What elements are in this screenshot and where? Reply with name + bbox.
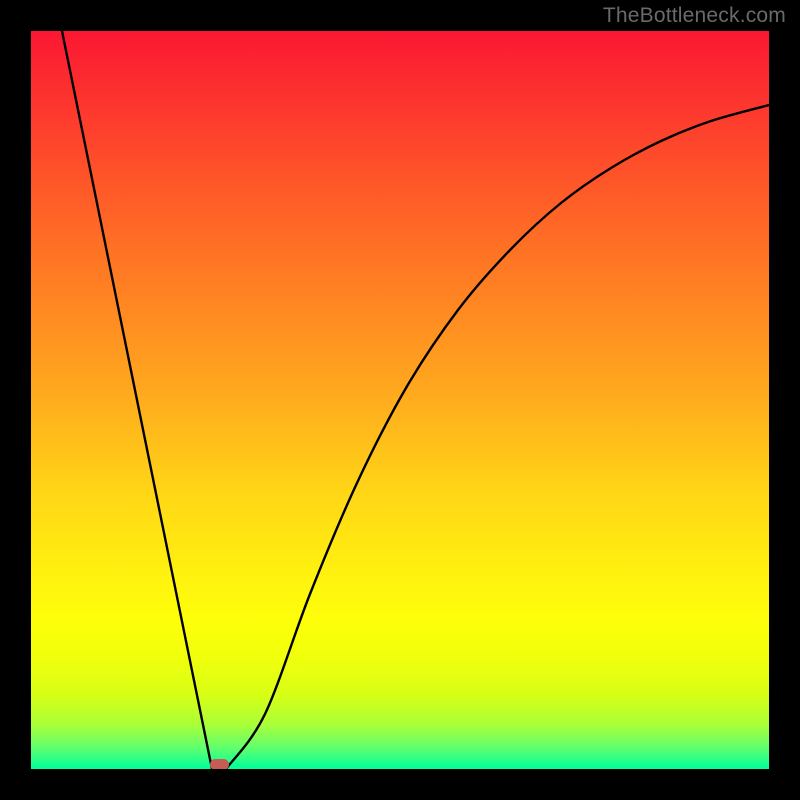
chart-frame: TheBottleneck.com — [0, 0, 800, 800]
curve-path — [62, 31, 769, 769]
min-marker — [210, 759, 229, 770]
watermark-text: TheBottleneck.com — [603, 4, 786, 28]
plot-area — [31, 31, 769, 769]
curve-svg — [31, 31, 769, 769]
